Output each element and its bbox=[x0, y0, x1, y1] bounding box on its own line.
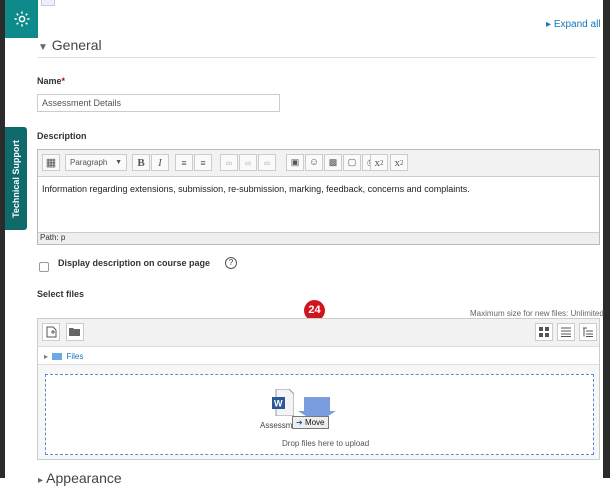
add-file-button[interactable] bbox=[42, 323, 60, 341]
icon-view-button[interactable] bbox=[535, 323, 553, 341]
move-arrow-icon: ➜ bbox=[296, 418, 303, 427]
general-section-toggle[interactable]: ▼ General bbox=[38, 37, 102, 53]
caret-right-icon: ▸ bbox=[38, 475, 44, 486]
max-size-note: Maximum size for new files: Unlimited bbox=[470, 309, 604, 318]
file-dropzone[interactable]: W Assessment det... ➜ Move Drop files he… bbox=[45, 374, 594, 455]
caret-right-icon: ▸ bbox=[44, 352, 49, 361]
file-picker: ▸ Files W Assessment det... ➜ Move Drop … bbox=[37, 318, 600, 460]
italic-button[interactable]: I bbox=[151, 154, 169, 171]
page-heading-icon bbox=[41, 0, 55, 6]
caret-down-icon: ▼ bbox=[38, 42, 48, 53]
name-label: Name* bbox=[37, 76, 66, 86]
file-path-breadcrumb[interactable]: ▸ Files bbox=[38, 347, 599, 365]
description-editor[interactable]: ▦ Paragraph▼ B I ≡ ≡ ∞ ∞ ∞ ▣ ☺ ▩ ▢ ⎙ x2 … bbox=[37, 149, 600, 245]
settings-gear-button[interactable] bbox=[5, 0, 38, 38]
link-button[interactable]: ∞ bbox=[220, 154, 238, 171]
image-button[interactable]: ▣ bbox=[286, 154, 304, 171]
gear-icon bbox=[14, 11, 29, 27]
appearance-section-toggle[interactable]: ▸ Appearance bbox=[38, 470, 122, 486]
folder-plus-icon bbox=[69, 328, 80, 336]
editor-path: Path: p bbox=[38, 232, 599, 244]
display-description-label: Display description on course page bbox=[58, 258, 211, 268]
anchor-button[interactable]: ∞ bbox=[258, 154, 276, 171]
emoticon-button[interactable]: ☺ bbox=[305, 154, 323, 171]
file-picker-toolbar bbox=[38, 319, 599, 347]
description-label: Description bbox=[37, 131, 87, 141]
list-icon bbox=[561, 327, 571, 337]
display-description-checkbox[interactable] bbox=[39, 262, 49, 272]
bullet-list-button[interactable]: ≡ bbox=[175, 154, 193, 171]
bold-button[interactable]: B bbox=[132, 154, 150, 171]
word-document-icon: W bbox=[272, 389, 294, 416]
tree-icon bbox=[583, 327, 593, 337]
tree-view-button[interactable] bbox=[579, 323, 597, 341]
paragraph-select[interactable]: Paragraph ▼ bbox=[65, 154, 127, 171]
chevron-down-icon: ▼ bbox=[115, 159, 122, 166]
editor-toolbar: ▦ Paragraph▼ B I ≡ ≡ ∞ ∞ ∞ ▣ ☺ ▩ ▢ ⎙ x2 … bbox=[38, 150, 599, 177]
superscript-button[interactable]: x2 bbox=[370, 154, 388, 171]
expand-caret-icon: ▸ bbox=[546, 19, 552, 30]
editor-content[interactable]: Information regarding extensions, submis… bbox=[42, 184, 470, 194]
name-input[interactable]: Assessment Details bbox=[37, 94, 280, 112]
expand-all-link[interactable]: ▸ Expand all bbox=[546, 19, 601, 30]
technical-support-tab[interactable]: Technical Support bbox=[5, 127, 27, 230]
technical-support-label: Technical Support bbox=[11, 139, 21, 218]
select-files-label: Select files bbox=[37, 289, 85, 299]
media-button[interactable]: ▩ bbox=[324, 154, 342, 171]
add-file-icon bbox=[46, 326, 56, 338]
unlink-button[interactable]: ∞ bbox=[239, 154, 257, 171]
left-dark-edge bbox=[0, 0, 5, 478]
numbered-list-button[interactable]: ≡ bbox=[194, 154, 212, 171]
svg-text:W: W bbox=[274, 399, 283, 409]
help-icon[interactable]: ? bbox=[225, 257, 237, 269]
manage-files-button[interactable]: ▢ bbox=[343, 154, 361, 171]
section-divider bbox=[38, 57, 596, 58]
drop-hint: Drop files here to upload bbox=[282, 439, 370, 448]
move-drag-badge: ➜ Move bbox=[292, 416, 329, 429]
grid-icon bbox=[539, 327, 549, 337]
list-view-button[interactable] bbox=[557, 323, 575, 341]
folder-icon bbox=[52, 353, 63, 361]
subscript-button[interactable]: x2 bbox=[390, 154, 408, 171]
create-folder-button[interactable] bbox=[66, 323, 84, 341]
toolbar-toggle-button[interactable]: ▦ bbox=[42, 154, 60, 171]
right-dark-edge bbox=[603, 0, 610, 478]
